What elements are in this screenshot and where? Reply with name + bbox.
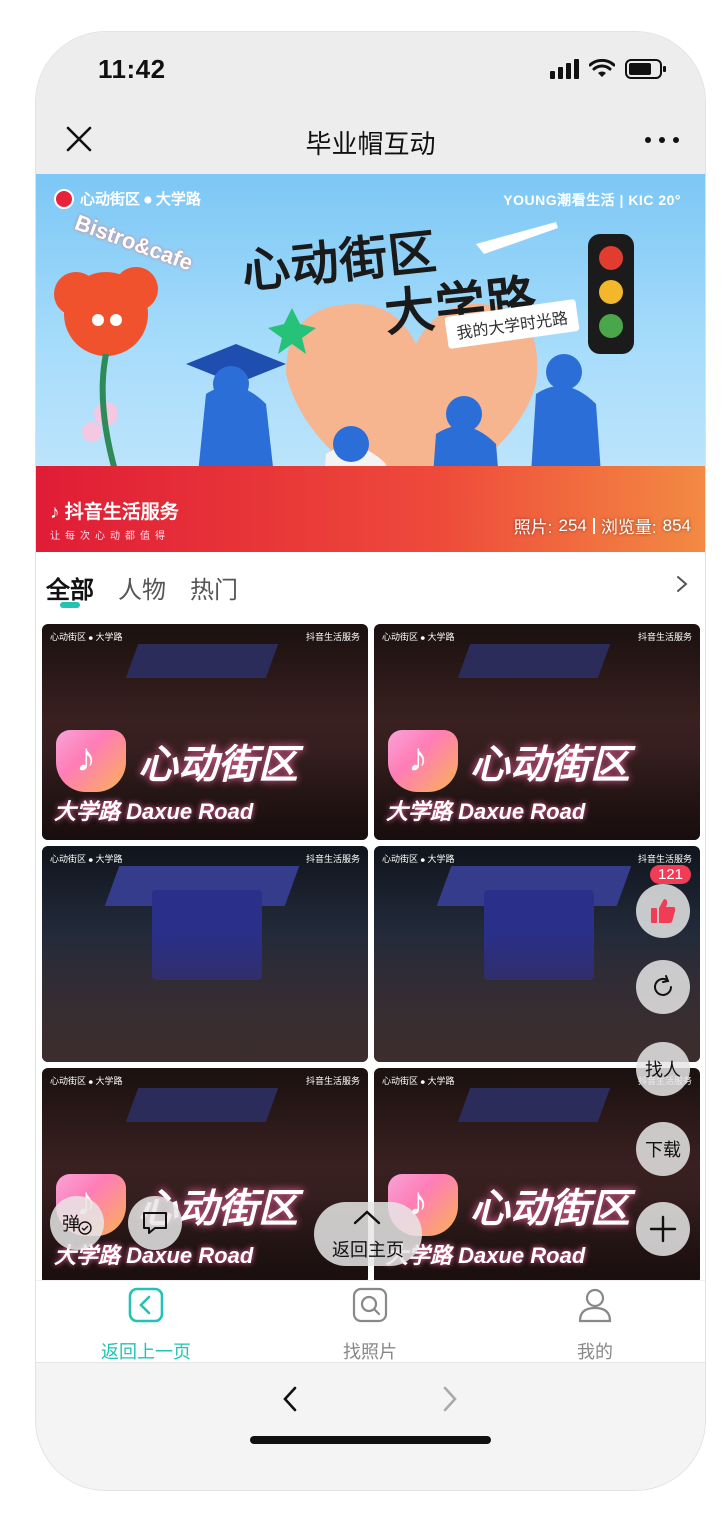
graduation-cap-sculpture xyxy=(125,1088,279,1122)
tab-popular[interactable]: 热门 xyxy=(190,570,238,605)
status-bar: 11:42 xyxy=(36,32,705,106)
add-button[interactable] xyxy=(636,1202,690,1256)
photo-watermark-left: 心动街区 ⦁ 大学路 xyxy=(50,854,123,864)
download-button[interactable]: 下载 xyxy=(636,1122,690,1176)
thumbs-up-icon xyxy=(651,899,676,923)
photo-watermark-right: 抖音生活服务 xyxy=(305,854,360,864)
like-count-badge: 121 xyxy=(649,865,691,884)
search-photo-icon xyxy=(352,1287,388,1323)
plus-icon xyxy=(649,1215,677,1243)
back-square-icon xyxy=(128,1287,164,1323)
photo-sign-sub: 大学路 Daxue Road xyxy=(54,799,254,824)
chevron-right-icon[interactable] xyxy=(675,574,689,594)
browser-back-icon[interactable] xyxy=(278,1385,302,1413)
event-banner: 心动街区 ⦁ 大学路 YOUNG潮看生活 | KIC 20° Bistro&ca… xyxy=(36,174,705,552)
stats-divider xyxy=(592,517,595,534)
photo-crowd-shade xyxy=(42,932,368,1062)
photo-watermark-right: 抖音生活服务 xyxy=(305,1076,360,1086)
home-indicator[interactable] xyxy=(250,1436,491,1444)
tab-people[interactable]: 人物 xyxy=(118,570,166,605)
check-circle-icon xyxy=(78,1221,92,1235)
graduation-cap-sculpture xyxy=(457,1088,611,1122)
music-heart-icon xyxy=(388,730,458,792)
chevron-up-icon xyxy=(353,1210,381,1225)
photo-sign-main: 心动街区 xyxy=(470,743,630,787)
photo-watermark-left: 心动街区 ⦁ 大学路 xyxy=(382,854,455,864)
phone-frame: 11:42 毕业帽互动 心动街区 ⦁ 大学路 YOUNG潮看生活 | KIC 2… xyxy=(36,32,705,1490)
bottom-nav: 返回上一页 找照片 我的 xyxy=(36,1280,705,1362)
photo-watermark-left: 心动街区 ⦁ 大学路 xyxy=(382,632,455,642)
comment-button[interactable] xyxy=(128,1196,182,1250)
graduation-cap-sculpture xyxy=(125,644,279,678)
photo-tile[interactable]: 心动街区 ⦁ 大学路 抖音生活服务 心动街区 大学路 Daxue Road xyxy=(374,624,700,840)
photo-watermark-right: 抖音生活服务 xyxy=(637,632,692,642)
user-icon xyxy=(578,1288,612,1323)
douyin-brand: ♪ 抖音生活服务 xyxy=(50,502,179,523)
views-count: 854 xyxy=(662,515,691,535)
wifi-icon xyxy=(589,59,615,77)
douyin-slogan: 让每次心动都值得 xyxy=(50,531,170,542)
nav-label-find-photo: 找照片 xyxy=(343,1342,397,1362)
nav-item-mine[interactable]: 我的 xyxy=(525,1287,665,1364)
more-options-icon[interactable] xyxy=(645,126,679,154)
browser-toolbar xyxy=(36,1362,705,1490)
banner-brand-right: YOUNG潮看生活 | KIC 20° xyxy=(503,192,681,208)
cellular-signal-icon xyxy=(550,59,579,79)
filter-tabs: 全部 人物 热门 xyxy=(36,552,705,620)
banner-stats: 照片: 254 浏览量: 854 xyxy=(514,513,691,538)
photo-grid: 心动街区 ⦁ 大学路 抖音生活服务 心动街区 大学路 Daxue Road 心动… xyxy=(36,620,705,1280)
browser-forward-icon[interactable] xyxy=(438,1385,462,1413)
tab-all[interactable]: 全部 xyxy=(46,570,94,605)
danmaku-toggle-button[interactable]: 弹 xyxy=(50,1196,104,1250)
nav-item-find-photo[interactable]: 找照片 xyxy=(300,1287,440,1364)
comment-icon xyxy=(143,1212,167,1234)
photo-sign-main: 心动街区 xyxy=(138,743,298,787)
photo-sign-main: 心动街区 xyxy=(470,1187,630,1231)
back-to-home-label: 返回主页 xyxy=(332,1240,404,1260)
photos-label: 照片: xyxy=(513,518,553,537)
photo-watermark-right: 抖音生活服务 xyxy=(305,632,360,642)
douyin-brand-text: 抖音生活服务 xyxy=(64,502,179,523)
title-bar: 毕业帽互动 xyxy=(36,106,705,174)
banner-brand-left: 心动街区 ⦁ 大学路 xyxy=(54,188,201,209)
refresh-button[interactable] xyxy=(636,960,690,1014)
nav-label-mine: 我的 xyxy=(577,1342,613,1362)
photo-watermark-left: 心动街区 ⦁ 大学路 xyxy=(50,632,123,642)
photo-tile[interactable]: 心动街区 ⦁ 大学路 抖音生活服务 xyxy=(42,846,368,1062)
status-icons xyxy=(550,58,667,80)
nav-label-back: 返回上一页 xyxy=(101,1342,191,1362)
page-title: 毕业帽互动 xyxy=(305,129,436,159)
photo-watermark-left: 心动街区 ⦁ 大学路 xyxy=(382,1076,455,1086)
photo-watermark-left: 心动街区 ⦁ 大学路 xyxy=(50,1076,123,1086)
photo-watermark-right: 抖音生活服务 xyxy=(637,854,692,864)
back-to-home-button[interactable]: 返回主页 xyxy=(314,1202,422,1266)
battery-icon xyxy=(625,59,666,79)
status-time: 11:42 xyxy=(98,54,166,84)
active-tab-indicator xyxy=(60,602,80,608)
refresh-icon xyxy=(654,975,672,996)
like-button[interactable] xyxy=(636,884,690,938)
photo-tile[interactable]: 心动街区 ⦁ 大学路 抖音生活服务 心动街区 大学路 Daxue Road xyxy=(42,624,368,840)
photos-count: 254 xyxy=(558,515,587,535)
nav-item-back[interactable]: 返回上一页 xyxy=(76,1287,216,1364)
find-person-button[interactable]: 找人 xyxy=(636,1042,690,1096)
heart-logo-icon xyxy=(54,188,74,209)
music-heart-icon xyxy=(56,730,126,792)
views-label: 浏览量: xyxy=(600,518,657,537)
photo-sign-sub: 大学路 Daxue Road xyxy=(386,799,586,824)
banner-brand-left-text: 心动街区 ⦁ 大学路 xyxy=(80,191,201,208)
graduation-cap-sculpture xyxy=(457,644,611,678)
